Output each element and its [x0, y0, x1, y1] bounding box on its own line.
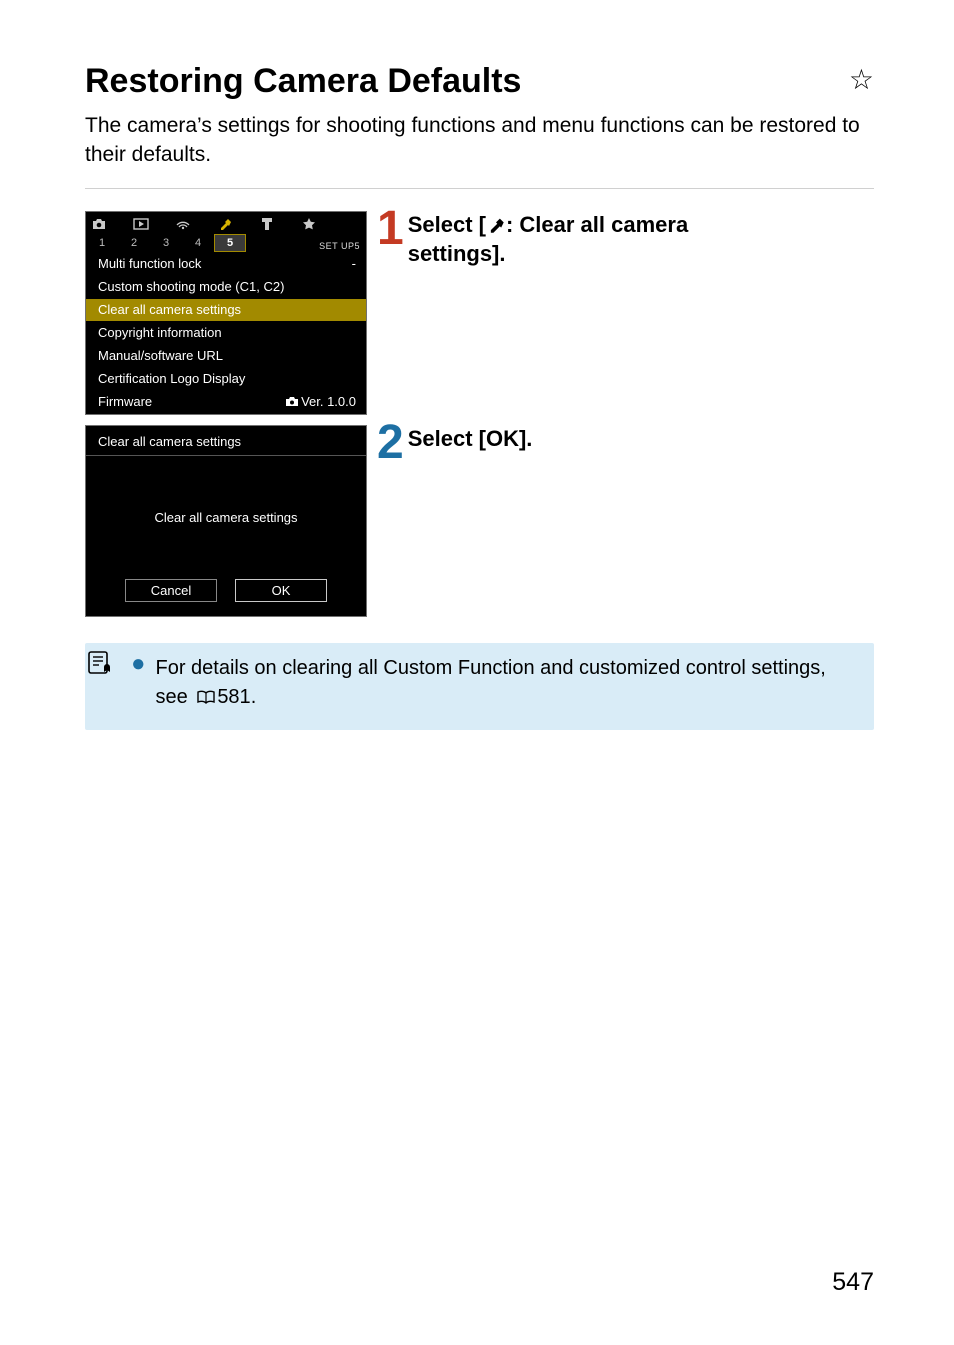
- menu-item: Custom shooting mode (C1, C2): [86, 275, 366, 298]
- menu-item: Certification Logo Display: [86, 367, 366, 390]
- menu-item: Clear all camera settings: [86, 298, 366, 321]
- wrench-icon: [487, 213, 505, 241]
- menu-item: Multi function lock -: [86, 252, 366, 275]
- camera-glyph-icon: [285, 394, 299, 412]
- menu-item-value: Ver. 1.0.0: [285, 393, 356, 412]
- page-ref-icon: [197, 685, 215, 714]
- menu-item-label: Certification Logo Display: [98, 370, 245, 388]
- subtab-1: 1: [86, 234, 118, 252]
- bullet-icon: ●: [131, 653, 146, 675]
- subtab-2: 2: [118, 234, 150, 252]
- menu-item: Manual/software URL: [86, 344, 366, 367]
- wireless-tab-icon: [174, 218, 192, 230]
- setup-tab-icon: [216, 217, 234, 231]
- note-icon: [87, 651, 115, 679]
- step-2-text: Select [OK].: [408, 425, 533, 453]
- menu-item: Copyright information: [86, 321, 366, 344]
- note-text: For details on clearing all Custom Funct…: [156, 653, 863, 714]
- camera-lcd-menu: 1 2 3 4 5 SET UP5 Multi function lock - Cu…: [85, 211, 367, 415]
- lcd-top-tab-row: [86, 212, 366, 234]
- menu-item: Firmware Ver. 1.0.0: [86, 390, 366, 414]
- separator: [85, 188, 874, 189]
- note-box: ● For details on clearing all Custom Fun…: [85, 643, 874, 730]
- camera-lcd-confirm: Clear all camera settings Clear all came…: [85, 425, 367, 617]
- subtab-3: 3: [150, 234, 182, 252]
- cancel-button[interactable]: Cancel: [125, 579, 217, 602]
- lcd-sub-tab-row: 1 2 3 4 5 SET UP5: [86, 234, 366, 252]
- custom-tab-icon: [258, 217, 276, 231]
- menu-item-label: Custom shooting mode (C1, C2): [98, 278, 284, 296]
- step-1-text: Select [: Clear all camera settings].: [408, 211, 788, 268]
- menu-item-label: Clear all camera settings: [98, 301, 241, 319]
- menu-item-label: Copyright information: [98, 324, 222, 342]
- confirm-title: Clear all camera settings: [86, 426, 366, 456]
- menu-item-value: -: [352, 255, 356, 273]
- page-title: Restoring Camera Defaults: [85, 62, 521, 101]
- camera-tab-icon: [90, 218, 108, 230]
- ok-button[interactable]: OK: [235, 579, 327, 602]
- step-1: 1 2 3 4 5 SET UP5 Multi function lock - Cu…: [85, 211, 874, 415]
- subtab-4: 4: [182, 234, 214, 252]
- menu-item-label: Multi function lock: [98, 255, 201, 273]
- step-number-2: 2: [377, 423, 402, 464]
- star-icon: ☆: [849, 66, 874, 94]
- subtab-5: 5: [214, 234, 246, 252]
- confirm-body: Clear all camera settings: [86, 456, 366, 579]
- mymenu-tab-icon: [300, 217, 318, 231]
- setup-page-label: SET UP5: [319, 241, 360, 251]
- step-2: Clear all camera settings Clear all came…: [85, 425, 874, 617]
- step-number-1: 1: [377, 209, 402, 250]
- menu-item-label: Firmware: [98, 393, 152, 412]
- menu-item-label: Manual/software URL: [98, 347, 223, 365]
- playback-tab-icon: [132, 218, 150, 230]
- intro-text: The camera’s settings for shooting funct…: [85, 111, 874, 170]
- page-number: 547: [832, 1268, 874, 1297]
